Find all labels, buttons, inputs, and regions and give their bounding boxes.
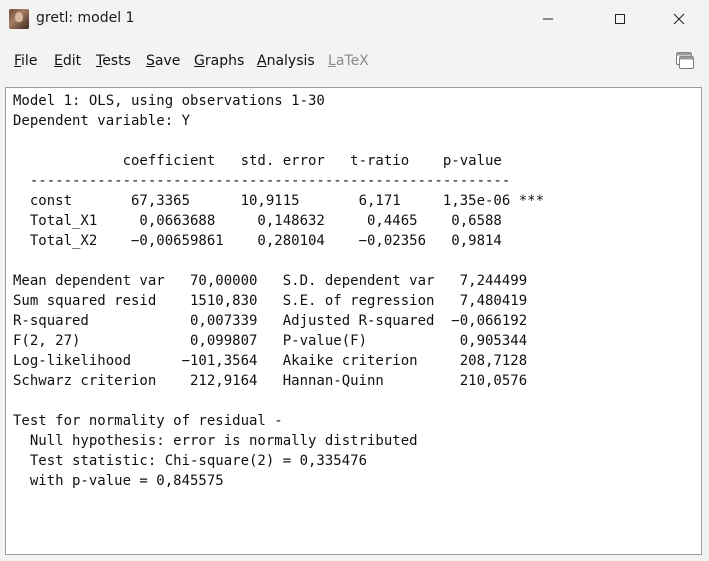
output-line: Mean dependent var 70,00000 S.D. depende… <box>13 273 528 289</box>
copy-window-button[interactable] <box>675 50 695 70</box>
window-title: gretl: model 1 <box>36 10 135 26</box>
menu-analysis-label: nalysis <box>266 53 315 69</box>
menu-tests[interactable]: Tests <box>96 53 131 69</box>
output-line: Log-likelihood −101,3564 Akaike criterio… <box>13 353 528 369</box>
menu-analysis[interactable]: Analysis <box>257 53 315 69</box>
gretl-app-icon <box>9 9 29 29</box>
menu-graphs[interactable]: Graphs <box>194 53 244 69</box>
menu-save-mnemonic: S <box>146 53 155 69</box>
minimize-button[interactable] <box>525 0 571 38</box>
menu-bar: File Edit Tests Save Graphs Analysis LaT… <box>0 44 709 78</box>
model-output-text: Model 1: OLS, using observations 1-30 Dep… <box>13 91 544 491</box>
output-line: Null hypothesis: error is normally distr… <box>13 433 418 449</box>
output-line: const 67,3365 10,9115 6,171 1,35e-06 *** <box>13 193 545 209</box>
maximize-button[interactable] <box>597 0 643 38</box>
menu-save[interactable]: Save <box>146 53 180 69</box>
menu-file-label: ile <box>21 53 38 69</box>
menu-file-mnemonic: F <box>14 53 22 69</box>
menu-graphs-mnemonic: G <box>194 53 205 69</box>
output-line: Test statistic: Chi-square(2) = 0,335476 <box>13 453 368 469</box>
title-bar[interactable]: gretl: model 1 <box>0 0 709 38</box>
output-line: R-squared 0,007339 Adjusted R-squared −0… <box>13 313 528 329</box>
minimize-icon <box>543 18 553 20</box>
output-line: Total_X2 −0,00659861 0,280104 −0,02356 0… <box>13 233 502 249</box>
menu-edit-label: dit <box>62 53 82 69</box>
output-line: coefficient std. error t-ratio p-value <box>13 153 502 169</box>
copy-window-icon <box>676 52 694 69</box>
close-icon <box>673 13 685 25</box>
close-button[interactable] <box>656 0 702 38</box>
menu-edit-mnemonic: E <box>54 53 63 69</box>
output-line: ----------------------------------------… <box>13 173 511 189</box>
output-line: Sum squared resid 1510,830 S.E. of regre… <box>13 293 528 309</box>
menu-edit[interactable]: Edit <box>54 53 81 69</box>
output-line: F(2, 27) 0,099807 P-value(F) 0,905344 <box>13 333 528 349</box>
output-line: Test for normality of residual - <box>13 413 283 429</box>
menu-tests-label: ests <box>102 53 131 69</box>
output-line: Schwarz criterion 212,9164 Hannan-Quinn … <box>13 373 528 389</box>
model-output-pane[interactable]: Model 1: OLS, using observations 1-30 Dep… <box>5 87 702 555</box>
output-line: Dependent variable: Y <box>13 113 191 129</box>
output-line: Total_X1 0,0663688 0,148632 0,4465 0,658… <box>13 213 502 229</box>
menu-graphs-label: raphs <box>204 53 245 69</box>
output-line: Model 1: OLS, using observations 1-30 <box>13 93 325 109</box>
output-line: with p-value = 0,845575 <box>13 473 224 489</box>
menu-save-label: ave <box>154 53 181 69</box>
menu-latex[interactable]: LaTeX <box>328 53 369 69</box>
menu-latex-label: aTeX <box>335 53 369 69</box>
menu-analysis-mnemonic: A <box>257 53 267 69</box>
menu-file[interactable]: File <box>14 53 37 69</box>
maximize-icon <box>615 14 625 24</box>
menu-latex-mnemonic: L <box>328 53 336 69</box>
